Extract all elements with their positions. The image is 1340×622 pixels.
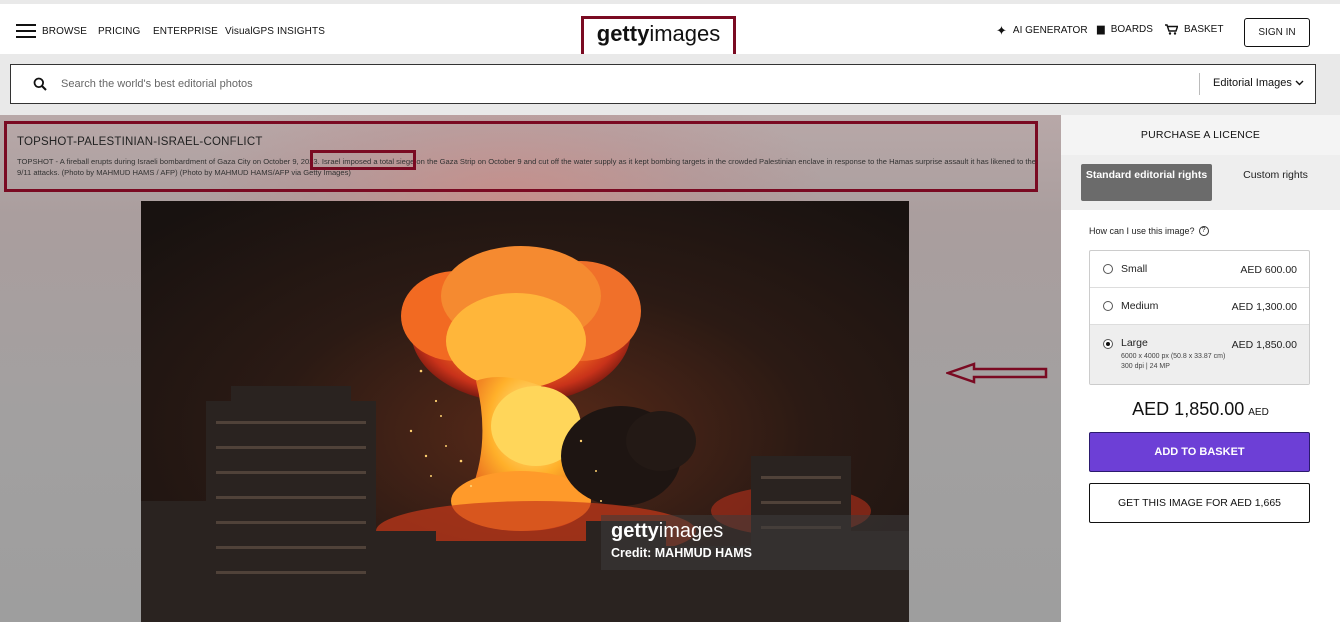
radio-small[interactable] xyxy=(1103,264,1113,274)
purchase-panel: PURCHASE A LICENCE Standard editorial ri… xyxy=(1061,115,1340,622)
size-option-medium[interactable]: Medium AED 1,300.00 xyxy=(1090,288,1309,325)
date-annotation-box xyxy=(310,150,416,170)
top-navigation: BROWSE PRICING ENTERPRISE VisualGPS INSI… xyxy=(0,0,1340,60)
getty-watermark: gettyimages Credit: MAHMUD HAMS xyxy=(601,515,909,570)
add-to-basket-button[interactable]: ADD TO BASKET xyxy=(1089,432,1310,472)
usage-question[interactable]: How can I use this image? ? xyxy=(1089,226,1209,236)
caption-annotation-box: TOPSHOT-PALESTINIAN-ISRAEL-CONFLICT TOPS… xyxy=(4,121,1038,192)
nav-browse[interactable]: BROWSE xyxy=(42,26,87,37)
size-options: Small AED 600.00 Medium AED 1,300.00 Lar… xyxy=(1089,250,1310,385)
size-option-large[interactable]: Large AED 1,850.00 6000 x 4000 px (50.8 … xyxy=(1090,325,1309,384)
nav-enterprise[interactable]: ENTERPRISE xyxy=(153,26,218,37)
search-bar: Editorial Images xyxy=(10,64,1316,104)
size-dimensions: 6000 x 4000 px (50.8 x 33.87 cm) xyxy=(1121,353,1226,360)
size-price: AED 1,300.00 xyxy=(1231,301,1297,313)
size-option-small[interactable]: Small AED 600.00 xyxy=(1090,251,1309,288)
search-category-select[interactable]: Editorial Images xyxy=(1213,77,1292,89)
size-price: AED 600.00 xyxy=(1240,264,1297,276)
chevron-down-icon[interactable] xyxy=(1295,78,1304,87)
search-band: Editorial Images xyxy=(0,54,1340,115)
size-name: Small xyxy=(1121,263,1148,275)
left-arrow-annotation-icon xyxy=(946,362,1048,384)
get-this-image-button[interactable]: GET THIS IMAGE FOR AED 1,665 xyxy=(1089,483,1310,523)
nav-insights[interactable]: VisualGPS INSIGHTS xyxy=(225,26,325,37)
size-name: Large xyxy=(1121,337,1148,349)
photo-credit: Credit: MAHMUD HAMS xyxy=(611,546,752,560)
image-detail-area: TOPSHOT-PALESTINIAN-ISRAEL-CONFLICT TOPS… xyxy=(0,115,1061,622)
basket-link[interactable]: BASKET xyxy=(1165,24,1223,35)
editorial-photo[interactable]: gettyimages Credit: MAHMUD HAMS xyxy=(141,201,909,622)
boards-link[interactable]: ▆ BOARDS xyxy=(1097,24,1153,35)
getty-images-logo[interactable]: gettyimages xyxy=(584,21,733,47)
size-resolution: 300 dpi | 24 MP xyxy=(1121,363,1170,370)
image-title: TOPSHOT-PALESTINIAN-ISRAEL-CONFLICT xyxy=(17,136,263,148)
total-price: AED 1,850.00 AED xyxy=(1061,399,1340,420)
purchase-licence-heading: PURCHASE A LICENCE xyxy=(1061,115,1340,155)
rights-tabs: Standard editorial rights Custom rights xyxy=(1061,155,1340,210)
sign-in-button[interactable]: SIGN IN xyxy=(1244,18,1310,47)
image-caption: TOPSHOT - A fireball erupts during Israe… xyxy=(17,157,1036,177)
search-divider xyxy=(1199,73,1200,95)
size-price: AED 1,850.00 xyxy=(1231,339,1297,351)
question-mark-icon[interactable]: ? xyxy=(1198,226,1209,236)
cart-icon xyxy=(1165,24,1178,35)
total-amount: AED 1,850.00 xyxy=(1132,399,1245,419)
tab-standard-editorial-rights[interactable]: Standard editorial rights xyxy=(1081,164,1212,201)
ai-generator-link[interactable]: ✦ AI GENERATOR xyxy=(996,24,1088,37)
search-icon[interactable] xyxy=(33,77,47,91)
menu-icon[interactable] xyxy=(16,24,36,38)
tab-custom-rights[interactable]: Custom rights xyxy=(1225,164,1326,201)
size-name: Medium xyxy=(1121,300,1159,312)
total-currency: AED xyxy=(1248,407,1269,418)
boards-icon: ▆ xyxy=(1097,23,1105,35)
radio-large[interactable] xyxy=(1103,339,1113,349)
search-input[interactable] xyxy=(61,73,1161,95)
sparkle-icon: ✦ xyxy=(996,23,1007,38)
watermark-logo: gettyimages xyxy=(611,520,724,542)
radio-medium[interactable] xyxy=(1103,301,1113,311)
nav-pricing[interactable]: PRICING xyxy=(98,26,140,37)
